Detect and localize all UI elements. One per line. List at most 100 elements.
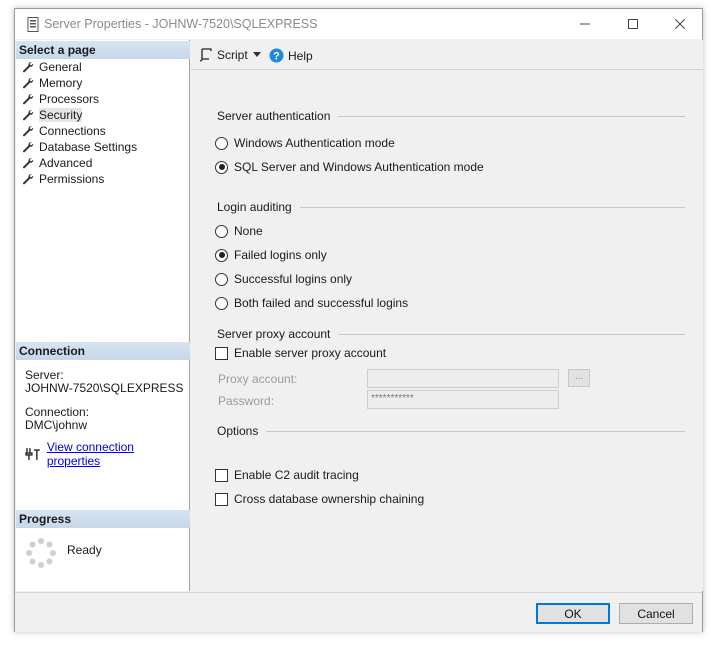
cross-db-chaining-checkbox[interactable]: Cross database ownership chaining (215, 492, 424, 506)
wrench-icon (23, 61, 34, 73)
c2-audit-checkbox[interactable]: Enable C2 audit tracing (215, 468, 359, 482)
windows-auth-radio[interactable]: Windows Authentication mode (215, 136, 395, 150)
checkbox-label: Enable server proxy account (234, 346, 387, 360)
radio-label: Failed logins only (234, 248, 327, 262)
wrench-icon (23, 157, 34, 169)
audit-successful-radio[interactable]: Successful logins only (215, 272, 352, 286)
checkbox-label: Enable C2 audit tracing (234, 468, 359, 482)
svg-text:?: ? (273, 51, 280, 63)
options-title: Options (217, 424, 259, 438)
close-icon (675, 19, 685, 29)
login-auditing-group: Login auditing (217, 200, 685, 214)
checkbox[interactable] (215, 492, 228, 506)
nav-label: Connections (39, 124, 106, 138)
select-page-header: Select a page (16, 41, 190, 59)
nav-item-database-settings[interactable]: Database Settings (22, 139, 137, 155)
browse-proxy-button[interactable]: ... (568, 369, 590, 387)
login-auditing-title: Login auditing (217, 200, 292, 214)
ok-button[interactable]: OK (536, 603, 610, 624)
radio-label: Windows Authentication mode (234, 136, 395, 150)
proxy-account-group: Server proxy account (217, 327, 685, 341)
connection-properties-icon (25, 448, 40, 460)
nav-label: Permissions (39, 172, 105, 186)
mixed-auth-radio[interactable]: SQL Server and Windows Authentication mo… (215, 160, 484, 174)
options-group: Options (217, 424, 685, 438)
wrench-icon (23, 125, 34, 137)
nav-item-advanced[interactable]: Advanced (22, 155, 137, 171)
password-label: Password: (218, 394, 275, 408)
connection-value: DMC\johnw (25, 418, 88, 432)
nav-item-permissions[interactable]: Permissions (22, 171, 137, 187)
script-dropdown[interactable] (253, 52, 261, 57)
script-button[interactable]: Script (199, 48, 248, 62)
left-pane: Select a page General Memory Processors … (16, 40, 190, 591)
audit-both-radio[interactable]: Both failed and successful logins (215, 296, 408, 310)
radio-button[interactable] (215, 224, 228, 238)
server-authentication-group: Server authentication (217, 109, 685, 123)
audit-none-radio[interactable]: None (215, 224, 263, 238)
wrench-icon (23, 173, 34, 185)
connection-header: Connection (16, 342, 190, 360)
nav-item-memory[interactable]: Memory (22, 75, 137, 91)
progress-header: Progress (16, 510, 190, 528)
nav-item-general[interactable]: General (22, 59, 137, 75)
progress-status: Ready (67, 543, 102, 557)
radio-label: None (234, 224, 263, 238)
nav-item-connections[interactable]: Connections (22, 123, 137, 139)
script-label: Script (217, 48, 248, 62)
server-authentication-title: Server authentication (217, 109, 331, 123)
checkbox-label: Cross database ownership chaining (234, 492, 425, 506)
view-connection-properties-link[interactable]: View connection properties (47, 440, 189, 468)
wrench-icon (23, 77, 34, 89)
radio-button[interactable] (215, 272, 228, 286)
help-label: Help (288, 48, 313, 63)
radio-label: Successful logins only (234, 272, 353, 286)
title-bar: Server Properties - JOHNW-7520\SQLEXPRES… (15, 9, 702, 39)
nav-label: Advanced (39, 156, 93, 170)
page-nav: General Memory Processors Security Conne… (22, 59, 137, 187)
server-icon (27, 17, 39, 32)
security-page: Script ? Help Server authentication Wind… (191, 40, 703, 591)
nav-label: General (39, 60, 82, 74)
cancel-button[interactable]: Cancel (619, 603, 693, 624)
wrench-icon (23, 141, 34, 153)
checkbox[interactable] (215, 346, 228, 360)
server-properties-dialog: Server Properties - JOHNW-7520\SQLEXPRES… (14, 8, 703, 632)
view-connection-properties: View connection properties (25, 440, 189, 468)
window-title: Server Properties - JOHNW-7520\SQLEXPRES… (44, 17, 318, 31)
checkbox[interactable] (215, 468, 228, 482)
audit-failed-radio[interactable]: Failed logins only (215, 248, 327, 262)
nav-item-security[interactable]: Security (22, 107, 137, 123)
minimize-button[interactable] (562, 9, 608, 39)
toolbar: Script ? Help (191, 40, 703, 70)
radio-button[interactable] (215, 160, 228, 174)
radio-button[interactable] (215, 248, 228, 262)
password-input[interactable]: *********** (367, 390, 559, 409)
radio-button[interactable] (215, 136, 228, 150)
nav-item-processors[interactable]: Processors (22, 91, 137, 107)
chevron-down-icon (253, 52, 261, 57)
nav-label: Processors (39, 92, 100, 106)
nav-label: Security (39, 108, 83, 122)
proxy-account-title: Server proxy account (217, 327, 331, 341)
maximize-icon (628, 19, 638, 29)
radio-label: Both failed and successful logins (234, 296, 409, 310)
dialog-footer: OK Cancel (15, 592, 702, 632)
close-button[interactable] (657, 9, 703, 39)
progress-area: Ready (25, 537, 102, 569)
enable-proxy-checkbox[interactable]: Enable server proxy account (215, 346, 386, 360)
spinner-icon (26, 538, 56, 568)
wrench-icon (23, 93, 34, 105)
nav-label: Database Settings (39, 140, 138, 154)
help-icon: ? (269, 48, 284, 63)
connection-info: Server: JOHNW-7520\SQLEXPRESS Connection… (25, 369, 184, 432)
wrench-icon (23, 109, 34, 121)
nav-label: Memory (39, 76, 83, 90)
proxy-account-input[interactable] (367, 369, 559, 388)
help-button[interactable]: ? Help (269, 48, 313, 63)
maximize-button[interactable] (610, 9, 656, 39)
script-icon (199, 48, 212, 62)
proxy-account-label: Proxy account: (218, 372, 298, 386)
radio-button[interactable] (215, 296, 228, 310)
server-value: JOHNW-7520\SQLEXPRESS (25, 381, 184, 395)
